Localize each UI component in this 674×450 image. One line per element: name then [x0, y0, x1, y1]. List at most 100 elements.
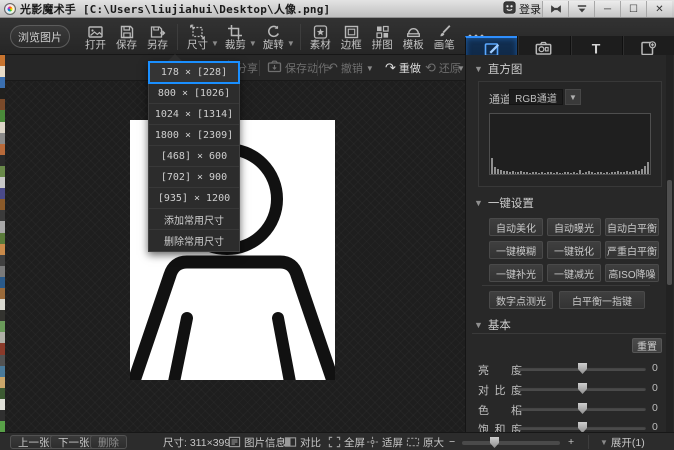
size-menu-item[interactable]: 178 × [228] — [149, 62, 239, 83]
titlebar: 光影魔术手 [C:\Users\liujiahui\Desktop\人像.png… — [0, 0, 674, 18]
panel-scrollbar[interactable] — [666, 55, 673, 432]
window-title: 光影魔术手 [C:\Users\liujiahui\Desktop\人像.png… — [20, 1, 330, 17]
toolbar-button-brush[interactable]: 画笔 — [429, 19, 460, 55]
histogram-bar — [594, 173, 596, 174]
histogram-bar — [500, 170, 502, 174]
slider-thumb[interactable] — [578, 363, 587, 374]
zoom-in-button[interactable]: + — [568, 435, 574, 449]
zoom-slider[interactable] — [462, 441, 560, 445]
slider-thumb[interactable] — [578, 383, 587, 394]
toolbar-button-crop[interactable]: 裁剪 — [220, 19, 251, 55]
slider-thumb[interactable] — [578, 403, 587, 414]
toolbar-button-rotate[interactable]: 旋转 — [258, 19, 289, 55]
maximize-button[interactable]: ☐ — [620, 1, 646, 17]
login-button[interactable]: 登录 — [503, 1, 541, 17]
toolbar-button-collage[interactable]: 拼图 — [367, 19, 398, 55]
channel-select[interactable]: RGB通道 — [509, 89, 563, 105]
fullscreen-button[interactable]: 全屏 — [328, 435, 365, 449]
oneclick-button[interactable]: 一键锐化 — [547, 241, 601, 259]
toolbar-button-save[interactable]: 保存 — [111, 19, 142, 55]
browse-images-button[interactable]: 浏览图片 — [10, 25, 70, 48]
slider-track[interactable] — [518, 387, 646, 391]
expand-button[interactable]: ▼ 展开(1) — [600, 435, 645, 449]
toolbar-buttons: 打开保存另存尺寸▼裁剪▼旋转▼素材边框拼图模板画笔 — [80, 18, 492, 55]
histogram-bar — [547, 172, 549, 174]
menu-notch — [168, 54, 182, 61]
oneclick-button[interactable]: 一键模糊 — [489, 241, 543, 259]
size-menu-item[interactable]: 删除常用尺寸 — [149, 230, 239, 251]
histogram-plot — [489, 113, 651, 175]
close-button[interactable]: ✕ — [646, 1, 672, 17]
oneclick-button[interactable]: 自动白平衡 — [605, 218, 659, 236]
toolbar-button-open[interactable]: 打开 — [80, 19, 111, 55]
histogram-bar — [553, 173, 555, 174]
slider-track[interactable] — [518, 407, 646, 411]
redo-button[interactable]: ↷ 重做 — [385, 55, 421, 81]
oneclick-button[interactable]: 高ISO降噪 — [605, 264, 659, 282]
oneclick-button[interactable]: 一键补光 — [489, 264, 543, 282]
histogram-groupbox: 通道 RGB通道 ▼ — [478, 81, 662, 187]
revert-button[interactable]: ⟲ 还原 — [425, 55, 461, 81]
fit-screen-button[interactable]: 适屏 — [366, 435, 403, 449]
save-action-button[interactable]: 保存动作 — [267, 55, 329, 81]
slider-track[interactable] — [518, 426, 646, 430]
app-logo-icon — [4, 3, 16, 15]
zoom-slider-thumb[interactable] — [490, 437, 499, 448]
oneclick-extra-button[interactable]: 白平衡一指键 — [559, 291, 645, 309]
histogram-bar — [579, 170, 581, 174]
basic-header[interactable]: ▼ 基本 — [474, 317, 511, 333]
channel-dropdown-button[interactable]: ▼ — [565, 89, 581, 105]
material-icon — [312, 24, 329, 40]
histogram-header[interactable]: ▼ 直方图 — [474, 61, 522, 77]
oneclick-button[interactable]: 严重白平衡 — [605, 241, 659, 259]
toolbar-button-label: 边框 — [341, 40, 362, 51]
reset-button[interactable]: 重置 — [632, 338, 662, 353]
toolbar-button-label: 素材 — [310, 40, 331, 51]
delete-image-button[interactable]: 删除 — [90, 435, 127, 449]
slider-row-1: 亮度0 — [466, 361, 674, 377]
oneclick-extra-button[interactable]: 数字点测光 — [489, 291, 553, 309]
scrollbar-thumb[interactable] — [667, 180, 672, 285]
minimize-button[interactable]: ─ — [594, 1, 620, 17]
gift-icon[interactable] — [542, 1, 568, 17]
size-menu-item[interactable]: [702] × 900 — [149, 167, 239, 188]
image-info-button[interactable]: 图片信息 — [228, 435, 286, 449]
size-menu-item[interactable]: [468] × 600 — [149, 146, 239, 167]
oneclick-header[interactable]: ▼ 一键设置 — [474, 195, 534, 211]
original-size-button[interactable]: 原大 — [406, 435, 444, 449]
toolbar-button-material[interactable]: 素材 — [305, 19, 336, 55]
toolbar-button-save-as[interactable]: 另存 — [142, 19, 173, 55]
size-menu-item[interactable]: 添加常用尺寸 — [149, 209, 239, 230]
chevron-down-icon[interactable]: ▼ — [366, 64, 374, 73]
undo-button[interactable]: ↶ 撤销 ▼ — [327, 55, 374, 81]
oneclick-button[interactable]: 自动美化 — [489, 218, 543, 236]
size-menu-item[interactable]: 1800 × [2309] — [149, 125, 239, 146]
quickbar-overflow-icon[interactable]: ▼ — [457, 64, 465, 73]
toolbar-button-frame[interactable]: 边框 — [336, 19, 367, 55]
toolbar-button-resize[interactable]: 尺寸 — [182, 19, 213, 55]
histogram-bar — [532, 172, 534, 174]
histogram-bar — [526, 172, 528, 174]
toolbar-button-template[interactable]: 模板 — [398, 19, 429, 55]
toolbar-button-label: 裁剪 — [225, 40, 246, 51]
save-icon — [119, 24, 135, 40]
size-menu-item[interactable]: [935] × 1200 — [149, 188, 239, 209]
size-menu-item[interactable]: 800 × [1026] — [149, 83, 239, 104]
histogram-bar — [641, 169, 643, 174]
brush-icon — [436, 24, 452, 40]
slider-label: 亮度 — [478, 362, 522, 378]
app-window: 光影魔术手 [C:\Users\liujiahui\Desktop\人像.png… — [0, 0, 674, 450]
slider-track[interactable] — [518, 367, 646, 371]
histogram-bar — [644, 166, 646, 174]
size-menu-item[interactable]: 1024 × [1314] — [149, 104, 239, 125]
skin-icon — [576, 4, 588, 14]
compare-button[interactable]: 对比 — [284, 435, 321, 449]
face-icon — [503, 1, 516, 17]
chevron-down-icon: ▼ — [600, 438, 608, 447]
histogram-bar — [494, 167, 496, 174]
zoom-out-button[interactable]: − — [449, 435, 455, 449]
oneclick-button[interactable]: 一键减光 — [547, 264, 601, 282]
skin-icon[interactable] — [568, 1, 594, 17]
save-as-icon — [149, 24, 166, 40]
oneclick-button[interactable]: 自动曝光 — [547, 218, 601, 236]
